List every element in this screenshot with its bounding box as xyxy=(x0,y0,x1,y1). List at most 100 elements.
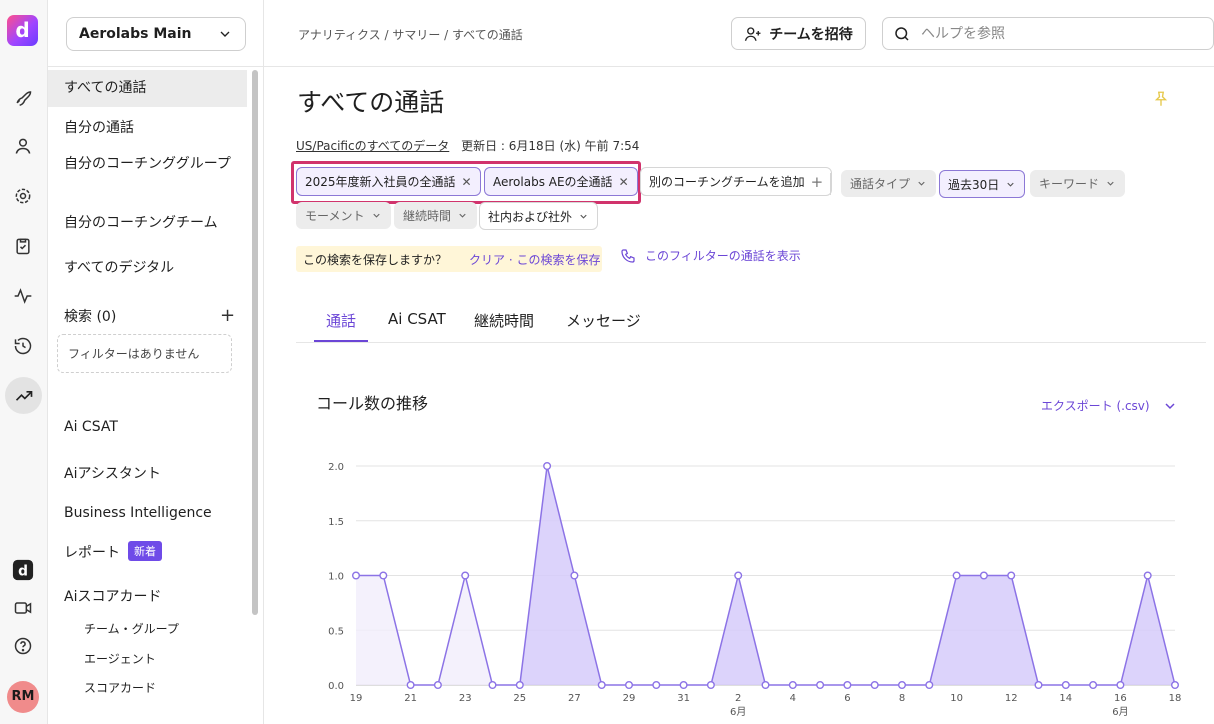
x-tick-label: 16 xyxy=(1114,693,1127,704)
y-tick-label: 1.5 xyxy=(328,517,344,528)
gear-icon[interactable] xyxy=(8,181,38,211)
x-tick-label: 4 xyxy=(790,693,796,704)
user-avatar[interactable]: RM xyxy=(7,681,39,713)
data-point xyxy=(1143,571,1152,580)
x-month-label: 6月 xyxy=(730,706,746,718)
x-tick-label: 6 xyxy=(844,693,850,704)
sidebar-item-ai-scorecard[interactable]: Aiスコアカード xyxy=(64,586,161,606)
help-search[interactable] xyxy=(882,17,1214,50)
data-point xyxy=(898,681,907,690)
app-logo-icon[interactable]: d xyxy=(8,555,38,585)
new-badge: 新着 xyxy=(128,541,162,561)
data-point xyxy=(788,681,797,690)
add-user-icon xyxy=(745,26,761,41)
data-point xyxy=(433,681,442,690)
history-icon[interactable] xyxy=(8,331,38,361)
sidebar-scrollbar[interactable] xyxy=(252,70,258,615)
y-tick-label: 0.0 xyxy=(328,681,344,692)
data-point xyxy=(843,681,852,690)
x-tick-label: 10 xyxy=(950,693,963,704)
reports-label: レポート xyxy=(64,545,120,561)
sidebar: Aerolabs Main すべての通話 自分の通話 自分のコーチンググループ … xyxy=(48,0,264,724)
data-point xyxy=(1007,571,1016,580)
main-content: すべての通話 US/Pacificのすべてのデータ 更新日 : 6月18日 (水… xyxy=(264,67,1214,724)
search-icon xyxy=(895,26,909,41)
data-point xyxy=(979,571,988,580)
y-tick-label: 1.0 xyxy=(328,572,344,583)
top-bar: アナリティクス / サマリー / すべての通話 チームを招待 xyxy=(264,0,1214,67)
calls-over-time-chart: 0.0 0.5 1.0 1.5 2.0 19 21 23 25 27 29 31 2 4 6 8 10 12 14 1… xyxy=(328,462,1182,718)
help-icon[interactable] xyxy=(8,631,38,661)
workspace-select[interactable]: Aerolabs Main xyxy=(66,17,246,51)
data-point xyxy=(1116,681,1125,690)
data-point xyxy=(625,681,634,690)
add-search-button[interactable]: + xyxy=(220,305,235,326)
sidebar-item-my-calls[interactable]: 自分の通話 xyxy=(64,117,134,137)
y-tick-label: 0.5 xyxy=(328,626,344,637)
chevron-down-icon xyxy=(220,31,230,37)
data-point xyxy=(1034,681,1043,690)
no-filters-box: フィルターはありません xyxy=(57,334,232,373)
data-point xyxy=(1061,681,1070,690)
data-point xyxy=(515,681,524,690)
sidebar-item-ai-csat[interactable]: Ai CSAT xyxy=(64,419,118,435)
data-point xyxy=(761,681,770,690)
data-point xyxy=(816,681,825,690)
help-search-input[interactable] xyxy=(921,25,1201,42)
sidebar-item-ai-assistant[interactable]: Aiアシスタント xyxy=(64,463,161,483)
data-point xyxy=(652,681,661,690)
data-point xyxy=(925,681,934,690)
x-tick-label: 21 xyxy=(404,693,417,704)
person-icon[interactable] xyxy=(8,131,38,161)
clipboard-icon[interactable] xyxy=(8,231,38,261)
rocket-icon[interactable] xyxy=(8,82,38,112)
x-tick-label: 19 xyxy=(350,693,363,704)
trending-icon[interactable] xyxy=(5,377,42,414)
sidebar-sub-scorecard[interactable]: スコアカード xyxy=(84,679,156,696)
invite-team-label: チームを招待 xyxy=(769,26,853,43)
x-tick-label: 23 xyxy=(459,693,472,704)
data-point xyxy=(570,571,579,580)
svg-text:d: d xyxy=(18,564,28,580)
sidebar-item-reports[interactable]: レポート 新着 xyxy=(64,541,162,562)
data-point xyxy=(706,681,715,690)
icon-rail: d d RM xyxy=(0,0,48,724)
area-segment xyxy=(929,575,1039,685)
activity-icon[interactable] xyxy=(8,281,38,311)
data-point xyxy=(379,571,388,580)
data-point xyxy=(1171,681,1180,690)
data-point xyxy=(679,681,688,690)
data-point xyxy=(351,571,360,580)
sidebar-item-my-coaching-team[interactable]: 自分のコーチングチーム xyxy=(64,212,218,232)
sidebar-sub-agent[interactable]: エージェント xyxy=(84,650,156,667)
app-logo[interactable]: d xyxy=(7,15,38,46)
data-point xyxy=(734,571,743,580)
x-tick-label: 14 xyxy=(1059,693,1072,704)
data-point xyxy=(543,462,552,471)
sidebar-item-all-digital[interactable]: すべてのデジタル xyxy=(64,257,174,277)
sidebar-item-business-intelligence[interactable]: Business Intelligence xyxy=(64,505,212,521)
sidebar-sub-team-group[interactable]: チーム・グループ xyxy=(84,620,179,637)
sidebar-item-my-coaching-group[interactable]: 自分のコーチンググループ xyxy=(64,153,240,175)
video-icon[interactable] xyxy=(8,593,38,623)
data-point xyxy=(488,681,497,690)
x-month-label: 6月 xyxy=(1112,706,1128,718)
data-point xyxy=(597,681,606,690)
x-tick-label: 29 xyxy=(623,693,636,704)
x-tick-label: 18 xyxy=(1169,693,1182,704)
workspace-name: Aerolabs Main xyxy=(79,26,192,42)
search-section-label: 検索 (0) xyxy=(64,309,117,325)
x-tick-label: 12 xyxy=(1005,693,1018,704)
data-point xyxy=(1089,681,1098,690)
invite-team-button[interactable]: チームを招待 xyxy=(731,17,866,50)
data-point xyxy=(406,681,415,690)
divider xyxy=(48,66,264,67)
x-tick-label: 31 xyxy=(677,693,690,704)
y-tick-label: 2.0 xyxy=(328,462,344,473)
sidebar-item-all-calls[interactable]: すべての通話 xyxy=(48,70,247,107)
breadcrumb[interactable]: アナリティクス / サマリー / すべての通話 xyxy=(298,26,523,43)
data-point xyxy=(461,571,470,580)
x-tick-label: 2 xyxy=(735,693,741,704)
x-tick-label: 8 xyxy=(899,693,905,704)
x-tick-label: 25 xyxy=(513,693,526,704)
